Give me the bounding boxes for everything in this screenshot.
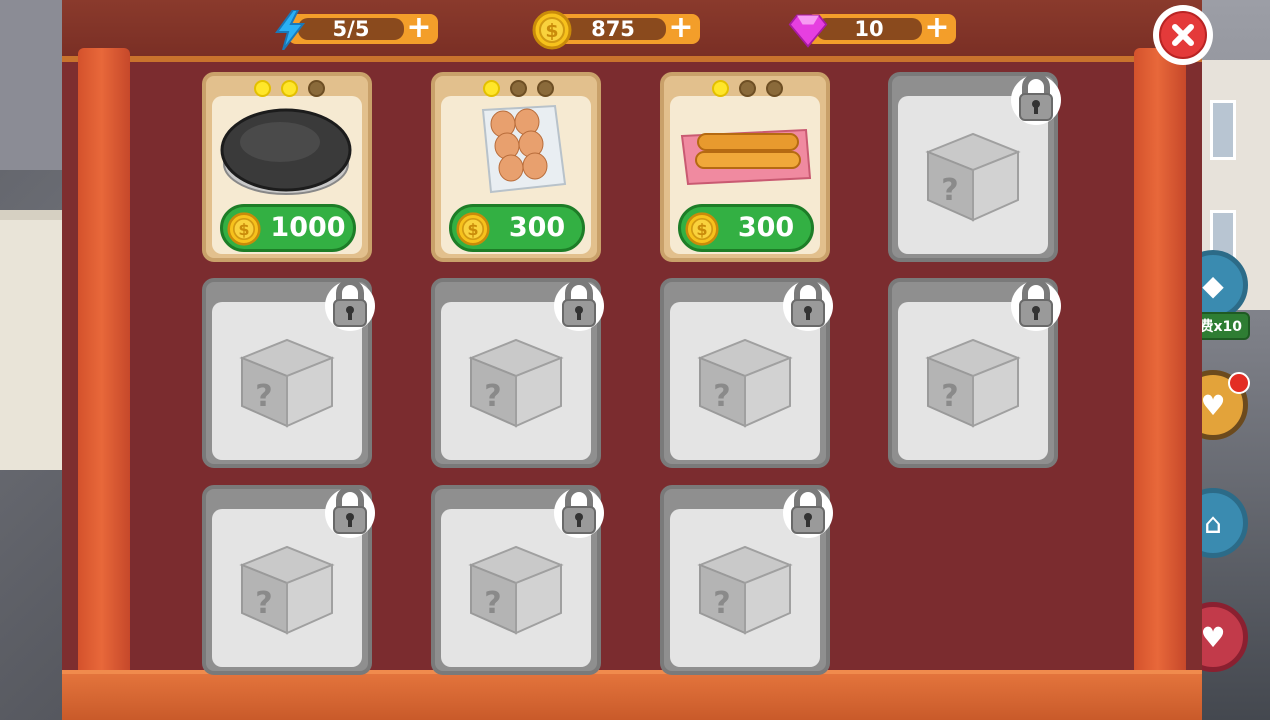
gem-value: 10 (854, 17, 884, 41)
level-dot (537, 80, 554, 97)
upgrade-level-dots (254, 80, 325, 97)
svg-text:$: $ (696, 220, 707, 239)
locked-item-card[interactable]: ? (431, 485, 604, 675)
egg-tray-icon (445, 100, 585, 200)
coin-value: 875 (591, 17, 635, 41)
level-dot (281, 80, 298, 97)
coin-icon: $ (532, 10, 572, 50)
gem-icon (788, 10, 828, 50)
locked-item-card[interactable]: ? (888, 278, 1061, 468)
locked-item-card[interactable]: ? (660, 278, 833, 468)
level-dot (510, 80, 527, 97)
mystery-box-icon: ? (690, 322, 800, 432)
svg-text:$: $ (238, 220, 249, 239)
locked-item-card[interactable]: ? (660, 485, 833, 675)
locked-item-card[interactable]: ? (888, 72, 1061, 262)
svg-text:?: ? (484, 586, 501, 621)
item-card[interactable]: $300 (660, 72, 830, 262)
energy-bar: 5/5 + (270, 10, 440, 50)
add-coins-button[interactable]: + (666, 13, 696, 43)
coin-icon: $ (456, 212, 490, 246)
coin-icon: $ (685, 212, 719, 246)
svg-text:?: ? (255, 586, 272, 621)
coin-icon: $ (227, 212, 261, 246)
buy-button[interactable]: $300 (678, 204, 814, 252)
level-dot (712, 80, 729, 97)
level-dot (483, 80, 500, 97)
add-gems-button[interactable]: + (922, 13, 952, 43)
price-value: 1000 (270, 212, 346, 243)
lock-icon (553, 481, 605, 543)
mystery-box-icon: ? (232, 322, 342, 432)
lock-icon (782, 274, 834, 336)
lock-icon (553, 274, 605, 336)
level-dot (254, 80, 271, 97)
svg-text:?: ? (941, 173, 958, 208)
shop-icon: ⌂ (1204, 506, 1222, 540)
curtain-right (1134, 48, 1186, 698)
notification-dot (1228, 372, 1250, 394)
lock-icon (782, 481, 834, 543)
lock-icon (1010, 274, 1062, 336)
lock-icon (324, 274, 376, 336)
fried-dough-icon (674, 100, 814, 200)
building-left-top (0, 0, 70, 170)
energy-value: 5/5 (332, 17, 370, 41)
lock-icon (324, 481, 376, 543)
upgrade-level-dots (483, 80, 554, 97)
lock-icon (1010, 68, 1062, 130)
lightning-icon (270, 10, 310, 50)
svg-text:?: ? (713, 586, 730, 621)
price-value: 300 (508, 212, 566, 243)
locked-item-card[interactable]: ? (202, 278, 375, 468)
gem-bar: 10 + (788, 10, 958, 48)
gem-icon: ◆ (1202, 268, 1224, 302)
buy-button[interactable]: $300 (449, 204, 585, 252)
mystery-box-icon: ? (461, 529, 571, 639)
mystery-box-icon: ? (690, 529, 800, 639)
coin-bar: 875 + $ (532, 10, 702, 50)
add-energy-button[interactable]: + (404, 13, 434, 43)
curtain-left (78, 48, 130, 698)
svg-text:?: ? (941, 379, 958, 414)
item-card[interactable]: $1000 (202, 72, 372, 262)
item-card[interactable]: $300 (431, 72, 601, 262)
svg-text:?: ? (484, 379, 501, 414)
svg-text:?: ? (255, 379, 272, 414)
level-dot (308, 80, 325, 97)
level-dot (739, 80, 756, 97)
svg-text:$: $ (467, 220, 478, 239)
close-icon (1159, 11, 1207, 59)
close-button[interactable] (1153, 5, 1213, 65)
mystery-box-icon: ? (918, 322, 1028, 432)
griddle-icon (216, 100, 356, 200)
svg-text:$: $ (545, 20, 558, 42)
level-dot (766, 80, 783, 97)
heart-card-icon: ♥ (1200, 620, 1226, 654)
mystery-box-icon: ? (918, 116, 1028, 226)
locked-item-card[interactable]: ? (202, 485, 375, 675)
upgrade-level-dots (712, 80, 783, 97)
heart-icon: ♥ (1200, 388, 1226, 422)
locked-item-card[interactable]: ? (431, 278, 604, 468)
window (1210, 100, 1236, 160)
svg-text:?: ? (713, 379, 730, 414)
mystery-box-icon: ? (461, 322, 571, 432)
mystery-box-icon: ? (232, 529, 342, 639)
price-value: 300 (737, 212, 795, 243)
bottom-board (62, 670, 1202, 720)
buy-button[interactable]: $1000 (220, 204, 356, 252)
